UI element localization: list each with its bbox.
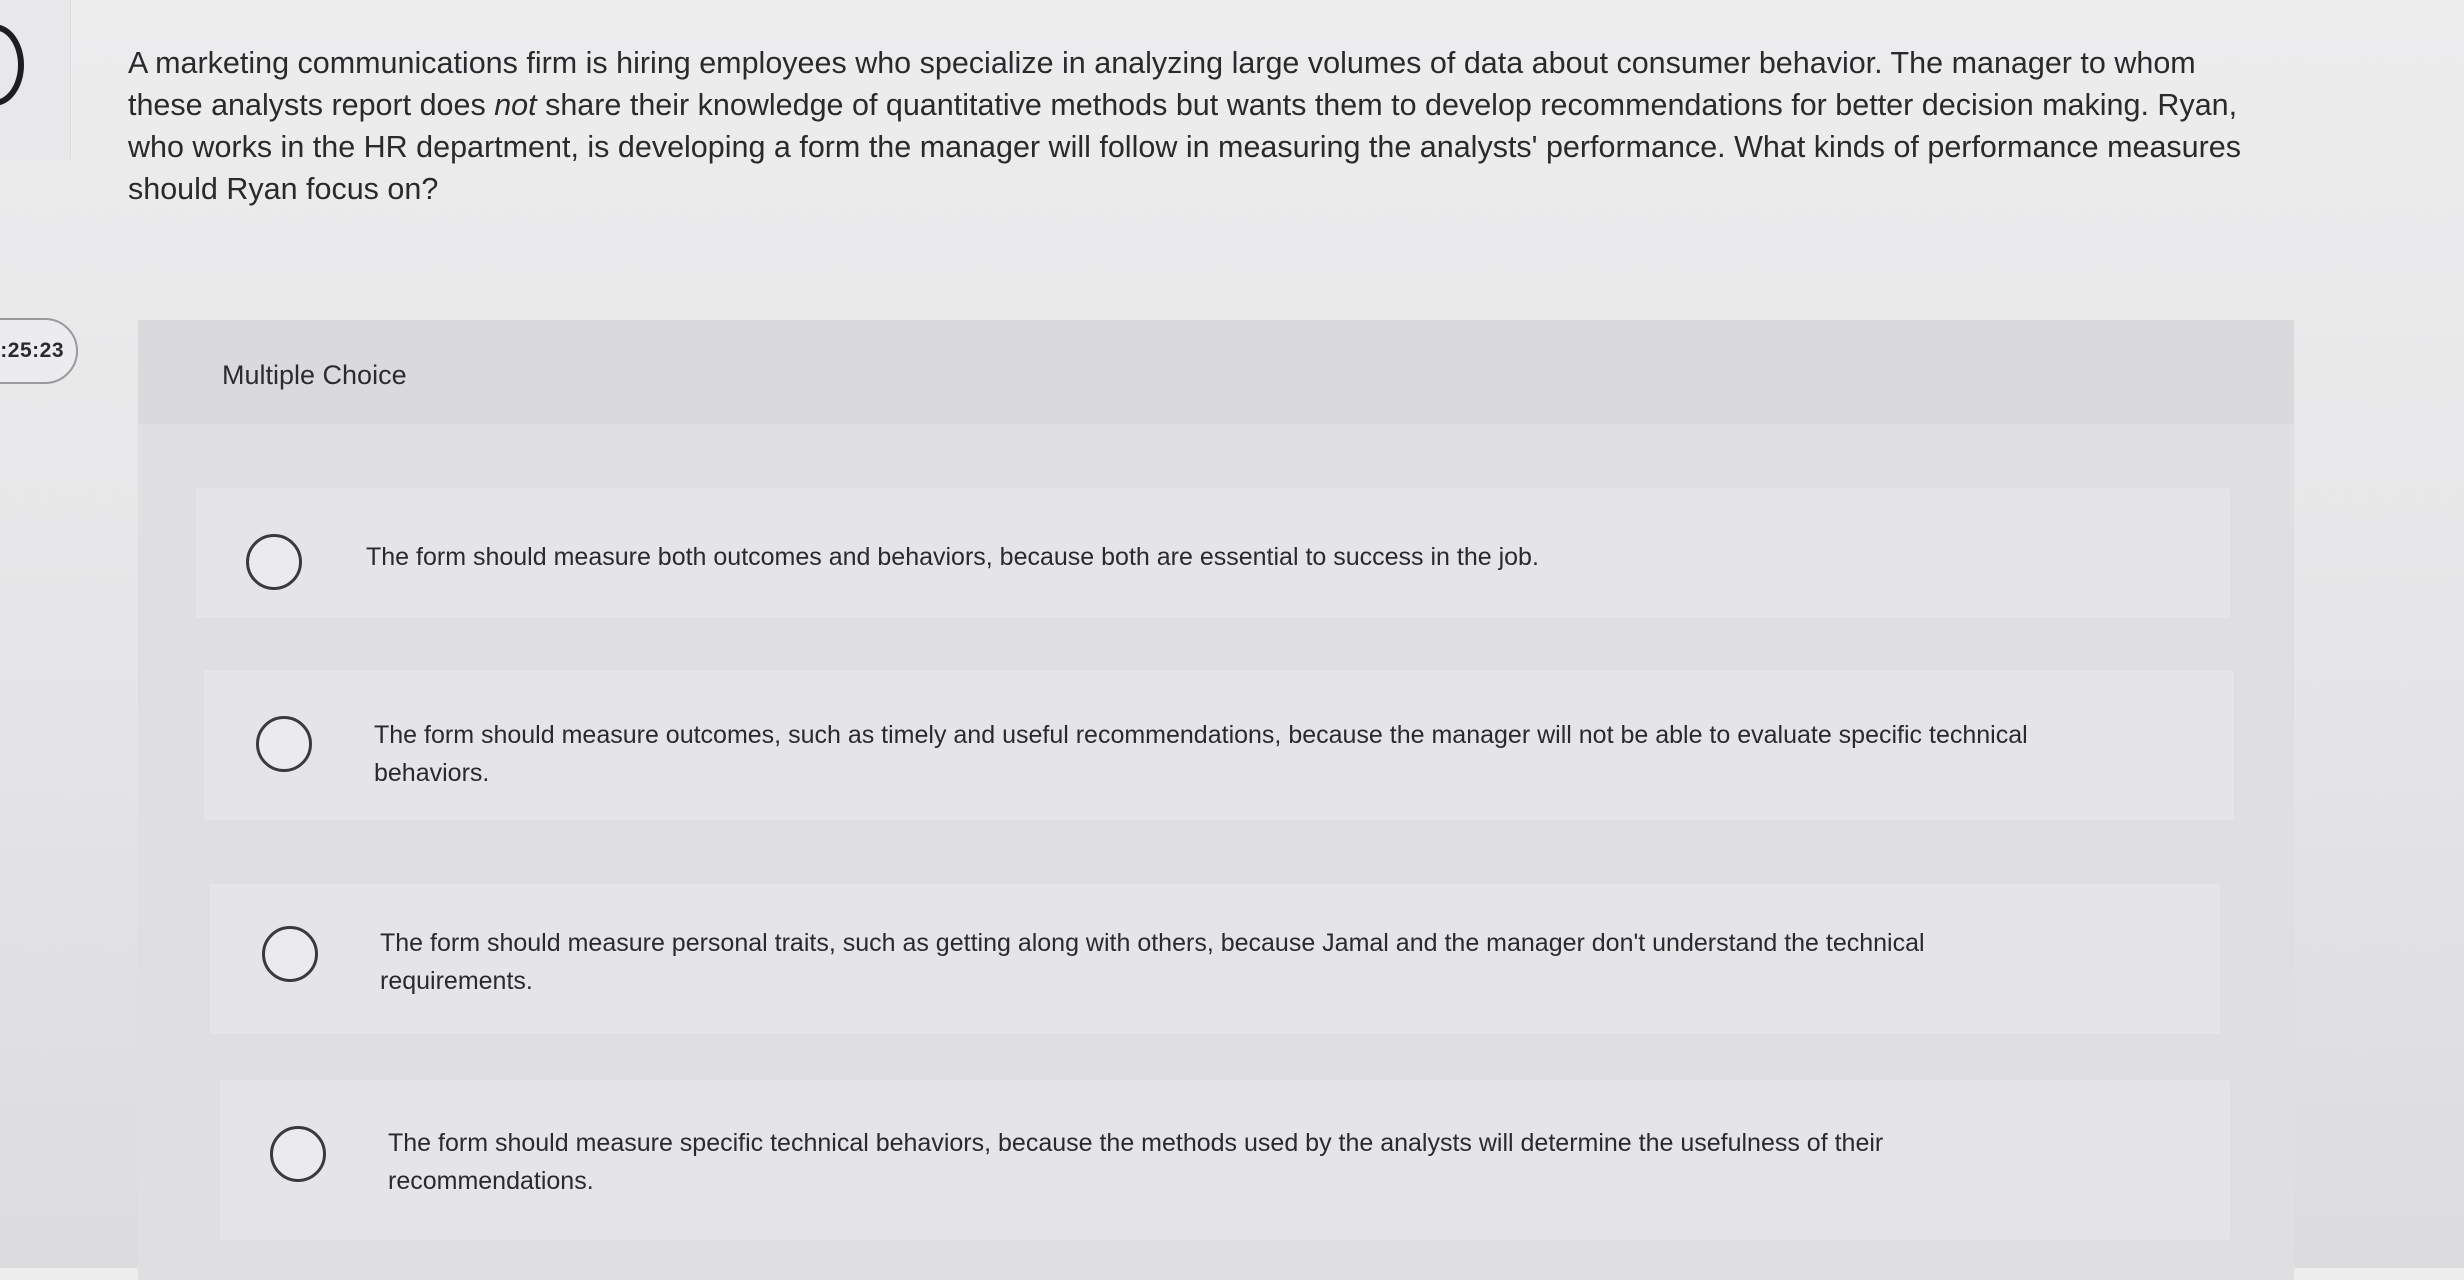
radio-button-3[interactable] [262, 926, 318, 982]
answer-choice-3[interactable]: The form should measure personal traits,… [210, 884, 2220, 1034]
question-type-label: Multiple Choice [222, 360, 407, 390]
answer-choice-1[interactable]: The form should measure both outcomes an… [196, 488, 2230, 618]
previous-icon[interactable] [0, 24, 24, 106]
answer-choice-4-text: The form should measure specific technic… [388, 1129, 1884, 1195]
radio-button-4[interactable] [270, 1126, 326, 1182]
answer-choice-2[interactable]: The form should measure outcomes, such a… [204, 670, 2234, 820]
timer-badge: :25:23 [0, 318, 78, 384]
question-emphasis: not [494, 88, 537, 122]
question-type-header: Multiple Choice [138, 320, 2294, 424]
radio-button-1[interactable] [246, 534, 302, 590]
answer-choice-3-text: The form should measure personal traits,… [380, 929, 1925, 995]
answer-choice-1-text: The form should measure both outcomes an… [366, 543, 1539, 571]
answer-choice-4[interactable]: The form should measure specific technic… [220, 1080, 2230, 1240]
answer-choice-2-text: The form should measure outcomes, such a… [374, 721, 2028, 787]
radio-button-2[interactable] [256, 716, 312, 772]
left-nav-strip [0, 0, 71, 160]
timer-text: :25:23 [0, 339, 64, 362]
question-text: A marketing communications firm is hirin… [128, 42, 2278, 210]
